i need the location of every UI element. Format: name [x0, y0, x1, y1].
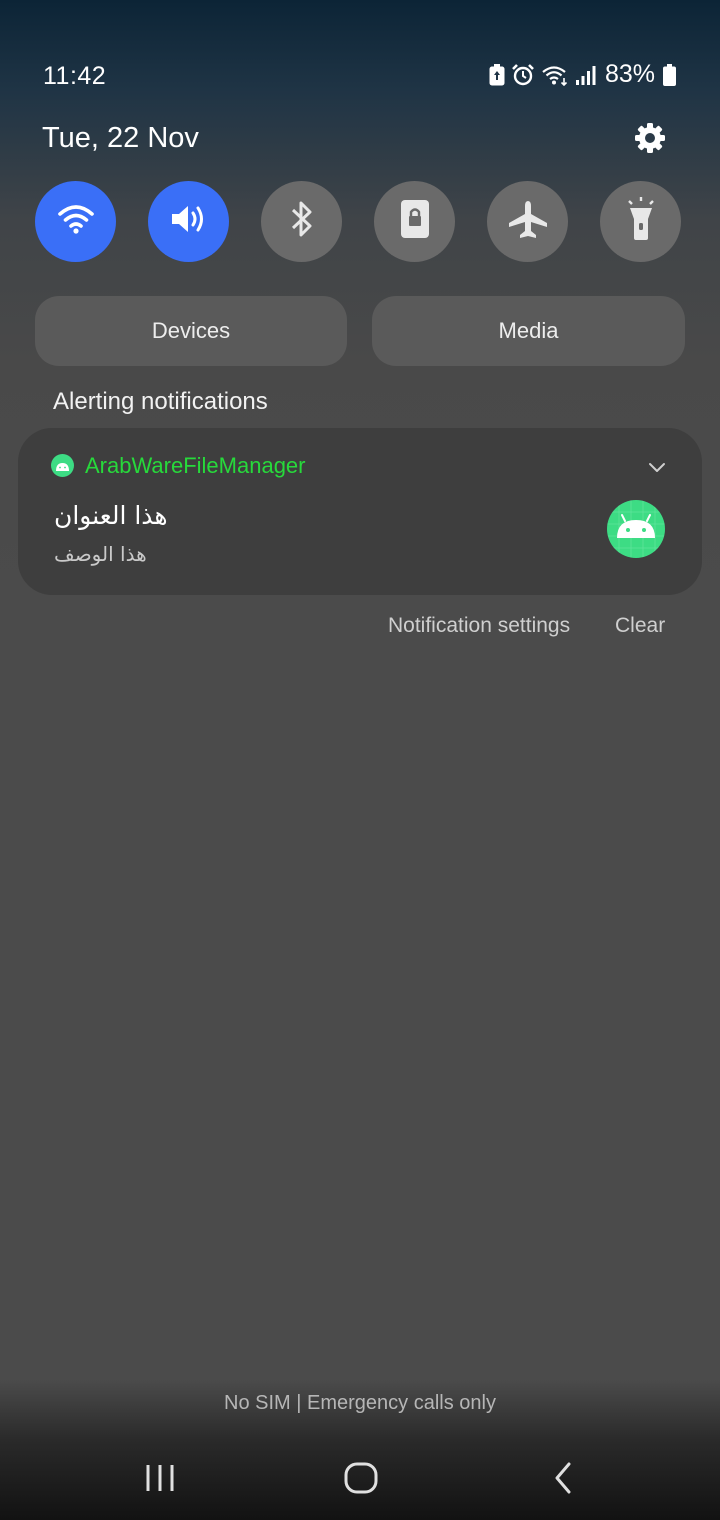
date-label: Tue, 22 Nov	[42, 122, 199, 154]
expand-button[interactable]	[646, 456, 668, 478]
qs-tile-sound[interactable]	[148, 181, 229, 262]
android-app-icon	[51, 454, 74, 477]
back-icon	[553, 1462, 573, 1499]
status-time: 11:42	[43, 62, 107, 90]
qs-tile-bluetooth[interactable]	[261, 181, 342, 262]
navigation-bar	[0, 1440, 720, 1520]
devices-button[interactable]: Devices	[35, 296, 347, 366]
flashlight-icon	[626, 197, 656, 246]
recents-icon	[145, 1464, 175, 1497]
status-bar: 11:42 83%	[0, 0, 720, 110]
cellular-signal-icon	[575, 64, 597, 86]
bluetooth-icon	[288, 199, 316, 244]
notification-title: هذا العنوان	[54, 501, 168, 530]
qs-tile-screen-lock[interactable]	[374, 181, 455, 262]
section-title: Alerting notifications	[53, 388, 268, 415]
alarm-icon	[511, 63, 535, 87]
quick-settings-row	[35, 181, 685, 263]
battery-icon	[663, 63, 676, 86]
android-large-icon	[607, 500, 665, 558]
wifi-icon	[57, 203, 94, 240]
home-button[interactable]	[331, 1458, 391, 1502]
volume-icon	[169, 202, 209, 241]
notification-app-name: ArabWareFileManager	[85, 453, 306, 478]
back-button[interactable]	[533, 1458, 593, 1502]
home-icon	[344, 1462, 378, 1499]
gear-icon	[634, 122, 666, 159]
lock-icon	[400, 199, 430, 244]
airplane-icon	[507, 199, 549, 244]
recents-button[interactable]	[130, 1458, 190, 1502]
qs-tile-wifi[interactable]	[35, 181, 116, 262]
qs-tile-flashlight[interactable]	[600, 181, 681, 262]
battery-percent: 83%	[604, 60, 655, 88]
notification-settings-button[interactable]: Notification settings	[388, 614, 570, 638]
notification-description: هذا الوصف	[54, 542, 147, 566]
notification-card[interactable]: ArabWareFileManager هذا العنوان هذا الوص…	[18, 428, 702, 595]
clear-button[interactable]: Clear	[615, 614, 665, 638]
carrier-status: No SIM | Emergency calls only	[224, 1392, 496, 1414]
wifi-icon	[541, 64, 569, 86]
settings-button[interactable]	[630, 120, 670, 160]
qs-tile-airplane-mode[interactable]	[487, 181, 568, 262]
chevron-down-icon	[646, 463, 668, 482]
status-icons: 83%	[489, 60, 676, 89]
media-button[interactable]: Media	[372, 296, 685, 366]
battery-saver-icon	[489, 63, 505, 86]
